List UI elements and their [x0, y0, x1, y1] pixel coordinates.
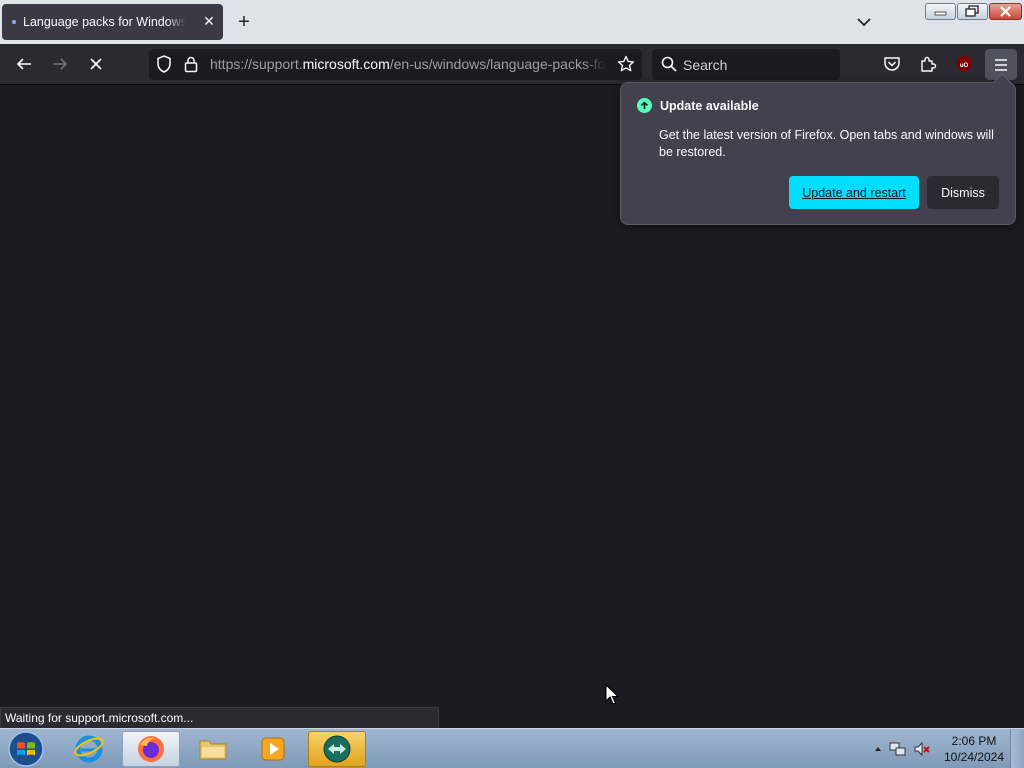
- tab-strip: Language packs for Windows - Microsoft S…: [0, 0, 1024, 44]
- mouse-cursor-icon: [605, 683, 620, 706]
- search-placeholder: Search: [683, 57, 728, 73]
- clock-time: 2:06 PM: [951, 734, 997, 748]
- desktop-screen: Language packs for Windows - Microsoft S…: [0, 0, 1024, 768]
- url-domain: microsoft.com: [302, 56, 390, 72]
- browser-tab[interactable]: Language packs for Windows - Microsoft S…: [2, 4, 223, 40]
- search-icon: [659, 54, 679, 74]
- lock-icon[interactable]: [181, 54, 201, 74]
- bookmark-star-icon[interactable]: [616, 54, 636, 74]
- url-text[interactable]: https://support.microsoft.com/en-us/wind…: [210, 56, 606, 72]
- back-arrow-icon[interactable]: [14, 54, 34, 74]
- show-hidden-icons-chevron-icon[interactable]: [868, 739, 888, 759]
- update-available-panel: Update available Get the latest version …: [620, 73, 1016, 225]
- minimize-button[interactable]: [925, 3, 956, 20]
- stop-loading-icon[interactable]: [86, 54, 106, 74]
- start-button-windows-icon[interactable]: [6, 730, 46, 768]
- teamviewer-app-icon[interactable]: [308, 731, 366, 767]
- url-prefix: https://support.: [210, 56, 303, 72]
- list-all-tabs-chevron-icon[interactable]: [855, 13, 873, 31]
- url-path: /en-us/windows/language-packs-for-window…: [389, 56, 606, 72]
- windows-taskbar: 2:06 PM 10/24/2024: [0, 728, 1024, 768]
- tab-title: Language packs for Windows - Microsoft S…: [23, 15, 186, 29]
- media-player-icon[interactable]: [244, 731, 302, 767]
- file-explorer-folder-icon[interactable]: [184, 731, 242, 767]
- dismiss-button[interactable]: Dismiss: [927, 176, 999, 209]
- volume-muted-icon[interactable]: [912, 739, 932, 759]
- clock-date: 10/24/2024: [943, 750, 1005, 764]
- loading-dot-icon: [12, 20, 16, 24]
- svg-text:uO: uO: [960, 63, 969, 69]
- ublock-origin-icon[interactable]: uO: [954, 54, 974, 74]
- internet-explorer-icon[interactable]: [60, 731, 118, 767]
- search-bar[interactable]: Search: [652, 49, 840, 80]
- pocket-icon[interactable]: [882, 54, 902, 74]
- address-bar[interactable]: https://support.microsoft.com/en-us/wind…: [149, 49, 642, 80]
- network-icon[interactable]: [888, 739, 908, 759]
- show-desktop-button[interactable]: [1010, 729, 1024, 768]
- update-arrow-icon: [637, 98, 652, 113]
- panel-message: Get the latest version of Firefox. Open …: [659, 128, 994, 159]
- tab-close-icon[interactable]: ✕: [202, 14, 216, 28]
- firefox-taskbar-icon[interactable]: [122, 731, 180, 767]
- status-panel: Waiting for support.microsoft.com...: [0, 707, 439, 729]
- tracking-protection-shield-icon[interactable]: [154, 54, 174, 74]
- window-close-button[interactable]: [989, 3, 1022, 20]
- update-and-restart-button[interactable]: Update and restart: [789, 176, 919, 209]
- restore-button[interactable]: [957, 3, 988, 20]
- new-tab-button[interactable]: +: [234, 12, 254, 32]
- forward-arrow-icon[interactable]: [50, 54, 70, 74]
- panel-title: Update available: [660, 98, 759, 113]
- navigation-toolbar: https://support.microsoft.com/en-us/wind…: [0, 44, 1024, 85]
- extensions-puzzle-icon[interactable]: [918, 54, 938, 74]
- system-clock[interactable]: 2:06 PM 10/24/2024: [939, 733, 1009, 765]
